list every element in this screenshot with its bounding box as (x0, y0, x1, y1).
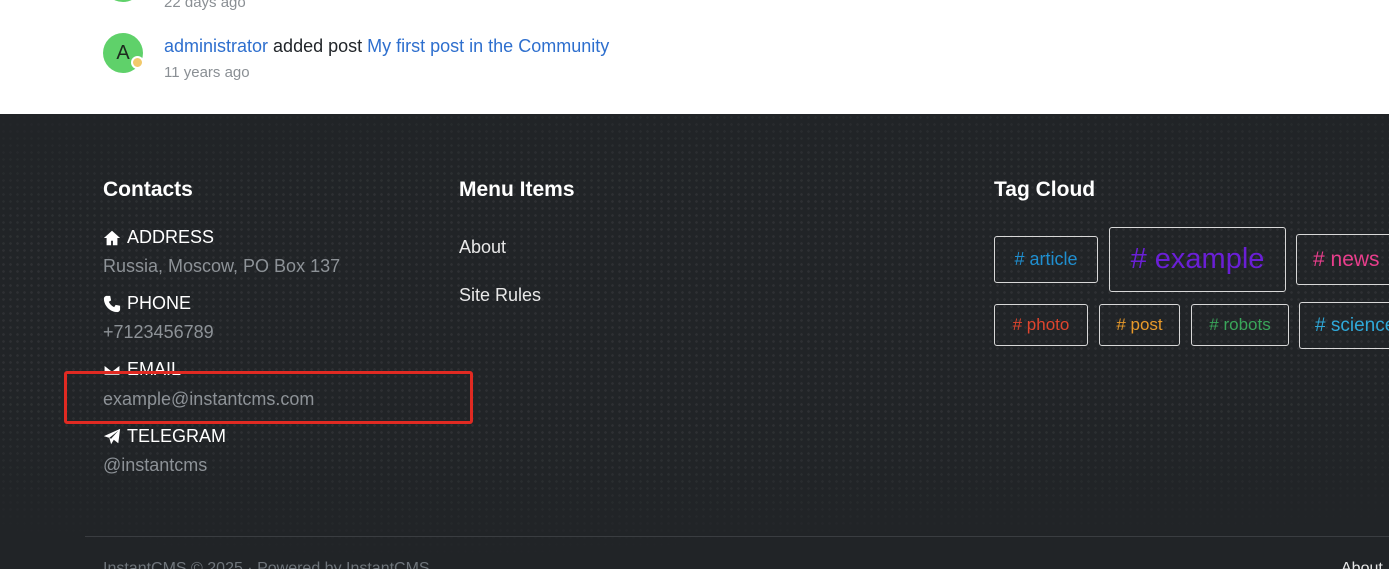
activity-text: administrator added post My first post i… (164, 36, 609, 57)
avatar-letter: A (116, 41, 130, 64)
telegram-value[interactable]: @instantcms (103, 455, 207, 476)
tag-post[interactable]: # post (1099, 304, 1180, 346)
envelope-icon (103, 363, 121, 376)
user-link[interactable]: administrator (164, 36, 268, 56)
phone-label: PHONE (103, 293, 191, 314)
email-label: EMAIL (103, 359, 181, 380)
tag-cloud-title: Tag Cloud (994, 178, 1096, 201)
menu-item-about[interactable]: About (459, 237, 506, 258)
avatar[interactable]: A (103, 33, 144, 73)
previous-avatar (103, 0, 143, 2)
footer-divider (85, 536, 1389, 537)
tag-science[interactable]: # science (1299, 302, 1389, 349)
home-icon (103, 230, 121, 245)
tag-robots[interactable]: # robots (1191, 304, 1289, 346)
online-status-icon (131, 56, 144, 69)
activity-feed: 22 days ago A administrator added post M… (0, 0, 1389, 114)
address-value: Russia, Moscow, PO Box 137 (103, 256, 341, 276)
phone-value: +7123456789 (103, 322, 214, 342)
telegram-icon (103, 428, 121, 444)
tag-example[interactable]: # example (1109, 227, 1286, 292)
post-link[interactable]: My first post in the Community (367, 36, 609, 56)
activity-action: added post (268, 36, 368, 56)
contacts-title: Contacts (103, 178, 193, 201)
email-value[interactable]: example@instantcms.com (103, 389, 314, 410)
menu-title: Menu Items (459, 178, 575, 201)
previous-item-time: 22 days ago (164, 0, 246, 11)
tag-photo[interactable]: # photo (994, 304, 1088, 346)
tag-article[interactable]: # article (994, 236, 1098, 283)
activity-time: 11 years ago (164, 64, 250, 81)
copyright-text: InstantCMS © 2025 · Powered by InstantCM… (103, 560, 430, 569)
bottom-about-link[interactable]: About (1341, 560, 1383, 569)
address-label: ADDRESS (103, 227, 214, 248)
tag-news[interactable]: # news (1296, 234, 1389, 285)
menu-item-site-rules[interactable]: Site Rules (459, 285, 541, 306)
phone-icon (103, 295, 121, 312)
telegram-label: TELEGRAM (103, 426, 226, 447)
